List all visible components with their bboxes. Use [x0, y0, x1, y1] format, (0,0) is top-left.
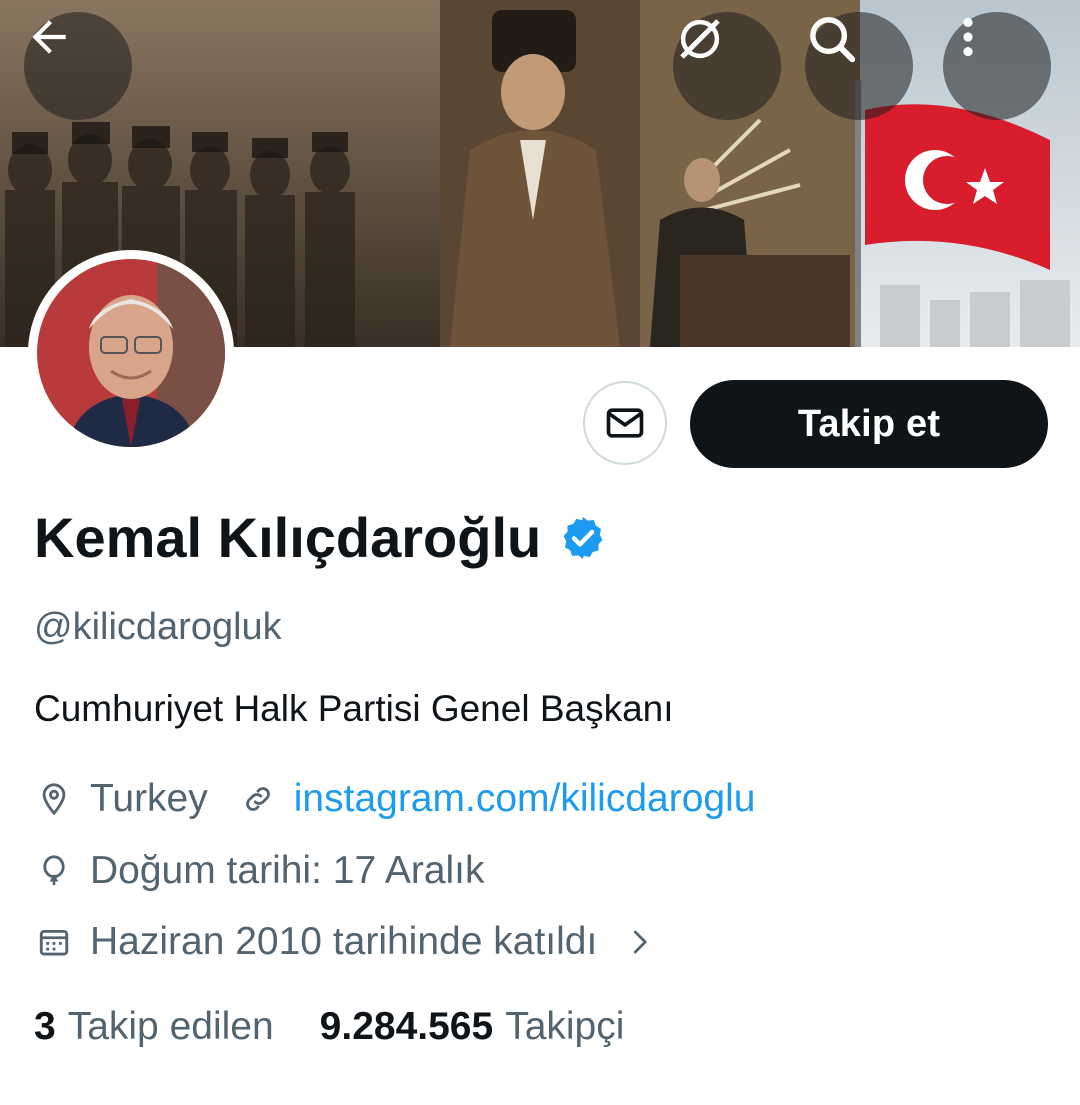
- follow-button[interactable]: Takip et: [690, 380, 1048, 468]
- name-row: Kemal Kılıçdaroğlu: [34, 505, 607, 570]
- location-text: Turkey: [90, 777, 208, 820]
- followers-label: Takipçi: [505, 1005, 625, 1048]
- following-label: Takip edilen: [67, 1005, 274, 1048]
- message-button[interactable]: [583, 381, 667, 465]
- website-link[interactable]: instagram.com/kilicdaroglu: [294, 777, 756, 821]
- calendar-icon: [34, 922, 74, 962]
- avatar-photo: [37, 259, 225, 447]
- search-icon: [810, 17, 856, 63]
- arrow-left-icon: [32, 20, 66, 54]
- meta-joined[interactable]: Haziran 2010 tarihinde katıldı: [34, 920, 675, 964]
- envelope-icon: [606, 408, 644, 438]
- following-stat[interactable]: 3 Takip edilen: [34, 1005, 274, 1049]
- bio: Cumhuriyet Halk Partisi Genel Başkanı: [34, 688, 674, 729]
- link-icon: [238, 779, 278, 819]
- meta-location-website: Turkey instagram.com/kilicdaroglu: [34, 777, 755, 821]
- search-button[interactable]: [805, 12, 913, 120]
- avatar[interactable]: [28, 250, 234, 456]
- follow-stats: 3 Takip edilen 9.284.565 Takipçi: [34, 1005, 624, 1049]
- handle: @kilicdarogluk: [34, 606, 282, 648]
- followers-count: 9.284.565: [319, 1005, 494, 1048]
- display-name: Kemal Kılıçdaroğlu: [34, 506, 542, 569]
- verified-badge-icon[interactable]: [559, 514, 607, 562]
- grok-slash-icon: [680, 19, 720, 59]
- chevron-right-icon: [619, 922, 659, 962]
- location-pin-icon: [34, 779, 74, 819]
- more-vertical-icon: [963, 17, 973, 57]
- birthday-text: Doğum tarihi: 17 Aralık: [90, 849, 485, 892]
- grok-button[interactable]: [673, 12, 781, 120]
- joined-text: Haziran 2010 tarihinde katıldı: [90, 920, 598, 963]
- back-button[interactable]: [24, 12, 132, 120]
- followers-stat[interactable]: 9.284.565 Takipçi: [320, 1005, 625, 1049]
- meta-birthday: Doğum tarihi: 17 Aralık: [34, 849, 485, 893]
- more-button[interactable]: [943, 12, 1051, 120]
- following-count: 3: [34, 1005, 56, 1048]
- balloon-icon: [34, 851, 74, 891]
